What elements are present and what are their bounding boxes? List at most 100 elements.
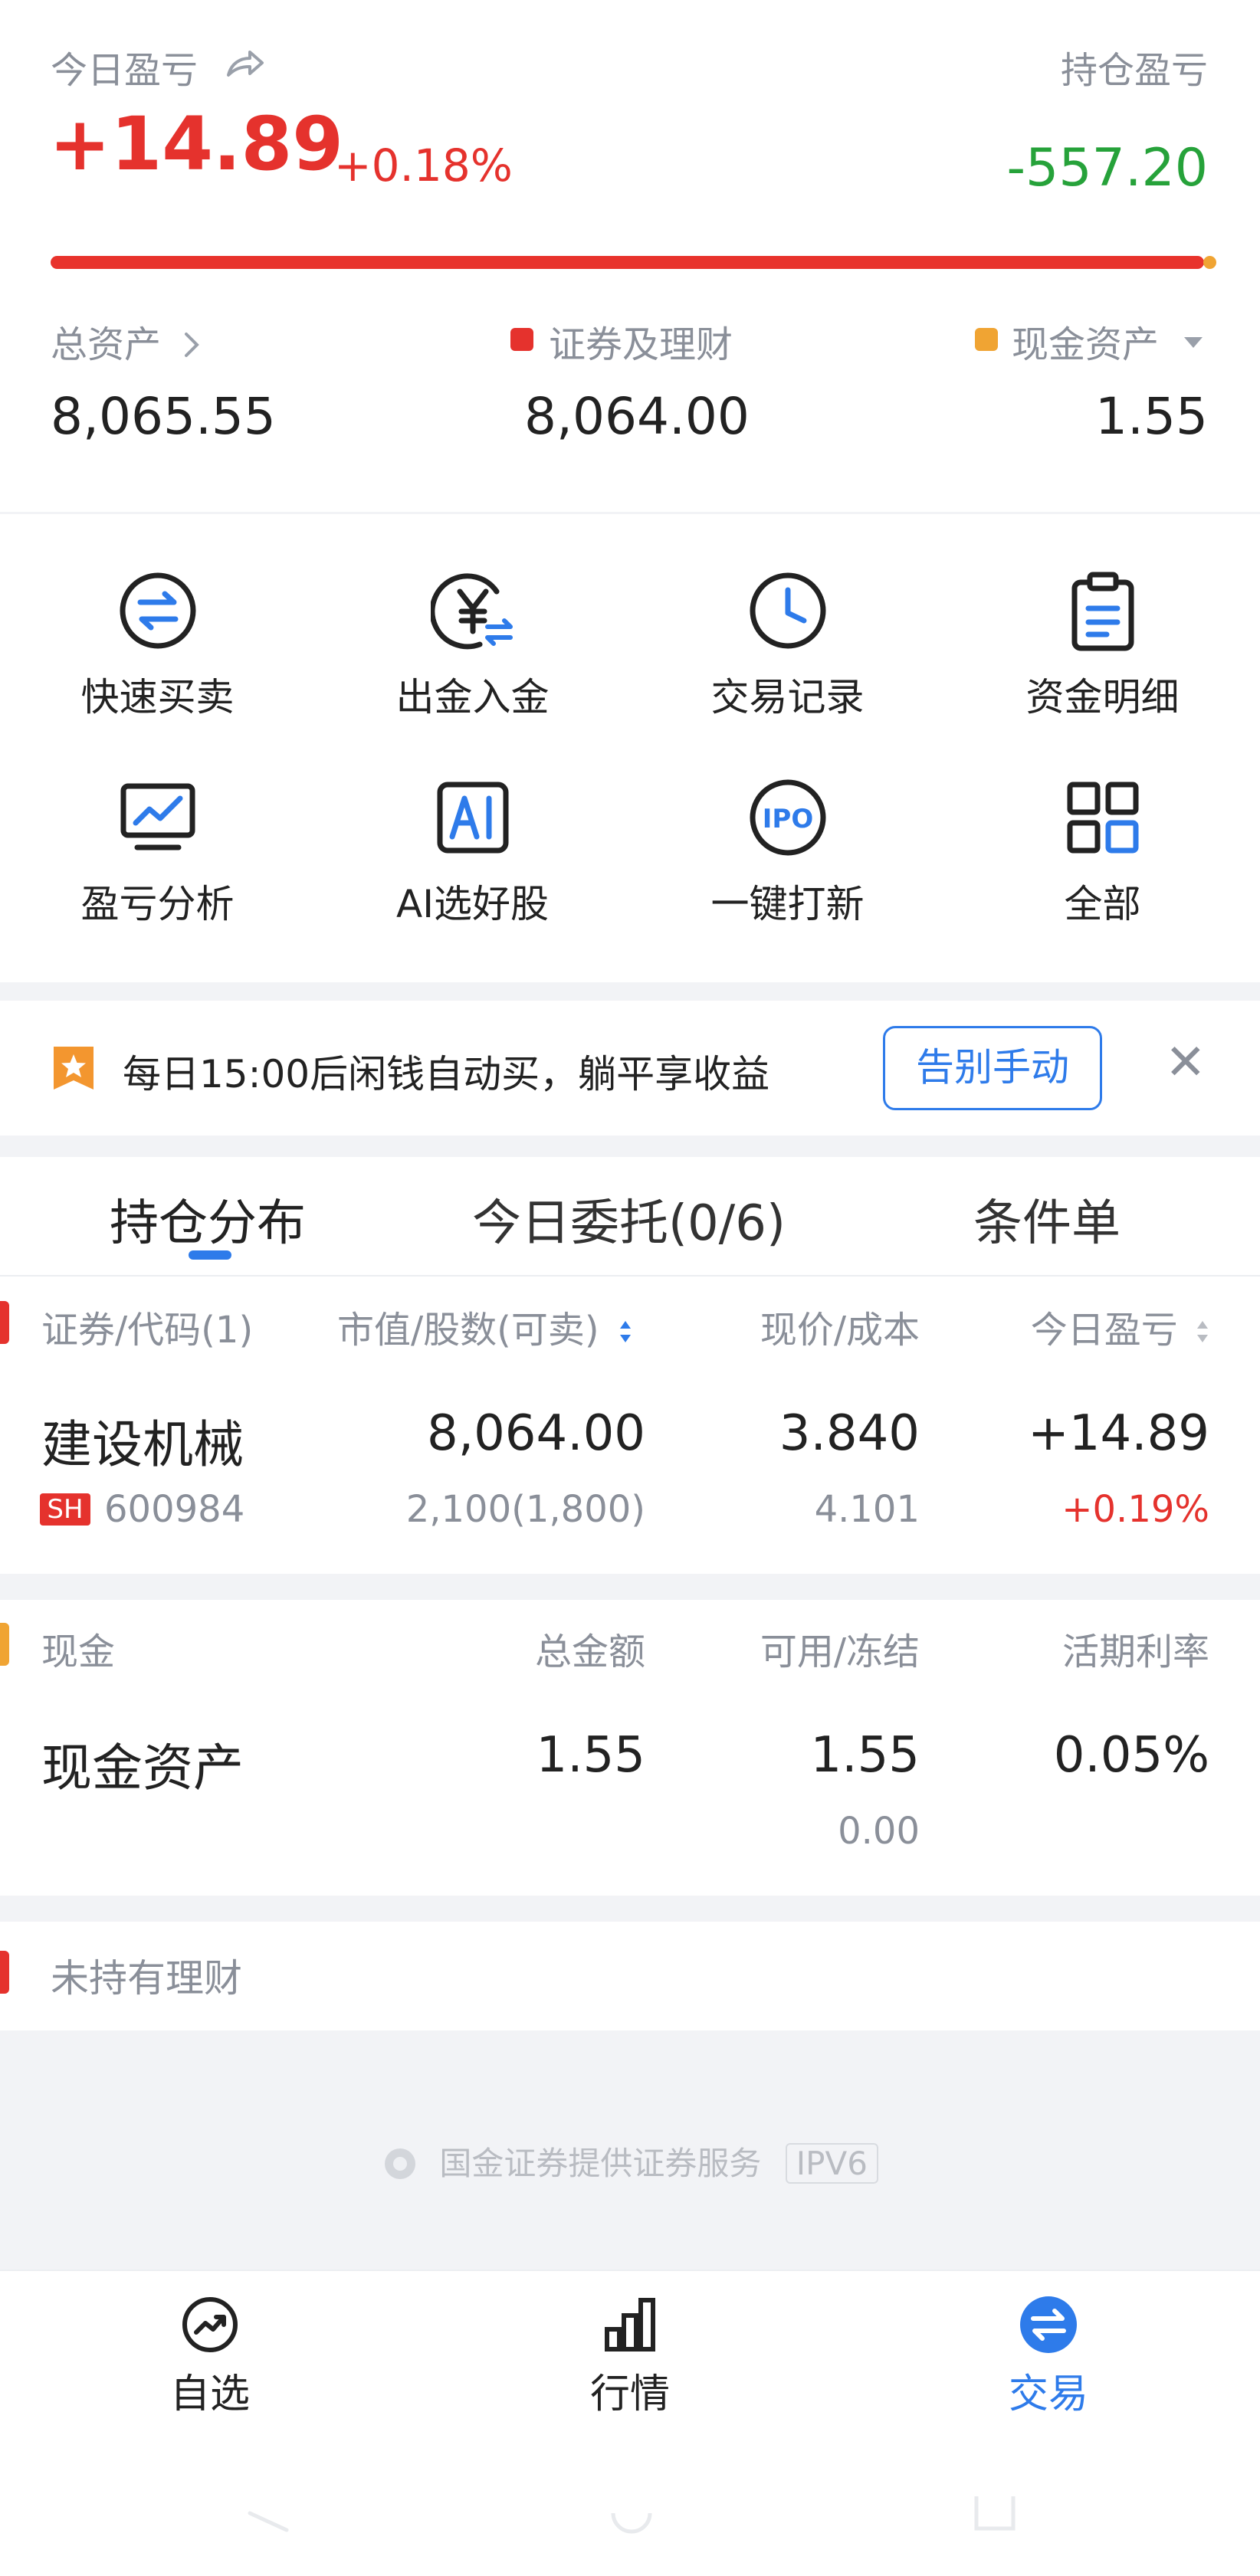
broker-logo-icon [385, 2148, 416, 2179]
ipo-icon: IPO [750, 779, 825, 856]
nav-item-watchlist[interactable]: 自选 [95, 2294, 325, 2419]
no-finance-label: 未持有理财 [51, 1956, 242, 2001]
bar-chart-icon [605, 2298, 655, 2352]
cash-section-title: 现金 [41, 1630, 116, 1673]
today-pl-amount: +14.89 [1028, 1405, 1209, 1462]
security-name: 建设机械 [41, 1415, 244, 1474]
promo-action-button[interactable]: 告别手动 [883, 1026, 1102, 1110]
cash-legend-marker [975, 328, 998, 351]
quick-menu-item-fund-details[interactable]: 资金明细 [945, 569, 1260, 752]
star-badge-icon [54, 1047, 94, 1090]
sort-icon [1197, 1321, 1208, 1342]
nav-item-trade[interactable]: 交易 [934, 2294, 1163, 2419]
current-price: 3.840 [779, 1405, 920, 1462]
column-header-today-pl[interactable]: 今日盈亏 [1031, 1299, 1211, 1353]
nav-label: 交易 [1008, 2371, 1088, 2417]
tab-holdings[interactable]: 持仓分布 [110, 1184, 306, 1254]
quick-menu-item-ai-stock-pick[interactable]: AI选好股 [315, 775, 630, 959]
service-provider-note: 国金证券提供证券服务 IPV6 [0, 2138, 1260, 2184]
quick-menu-item-trade-history[interactable]: 交易记录 [630, 569, 945, 752]
cash-asset-name: 现金资产 [41, 1739, 244, 1798]
quick-menu-label: 全部 [1064, 882, 1141, 926]
today-pl-percent-row: +0.19% [1061, 1488, 1209, 1531]
shares-sellable: 2,100(1,800) [405, 1488, 645, 1531]
sort-icon [619, 1321, 631, 1342]
position-pl-label: 持仓盈亏 [1060, 49, 1208, 92]
position-pl-value: -557.20 [1006, 138, 1208, 198]
close-icon[interactable]: ✕ [1165, 1038, 1206, 1087]
divider [0, 982, 1260, 1001]
quick-menu-item-deposit-withdraw[interactable]: 出金入金 [315, 569, 630, 752]
securities-legend-marker [510, 328, 533, 351]
column-header-total: 总金额 [534, 1630, 645, 1673]
quick-menu-item-fast-trade[interactable]: 快速买卖 [0, 569, 315, 752]
ipv6-badge: IPV6 [785, 2143, 878, 2184]
chevron-right-icon [185, 333, 200, 357]
grid-icon [1067, 782, 1138, 854]
cash-total: 1.55 [536, 1727, 646, 1784]
trend-circle-icon [182, 2297, 238, 2352]
securities-label: 证券及理财 [549, 323, 733, 366]
column-header-security: 证券/代码(1) [41, 1309, 254, 1352]
divider [0, 1896, 1260, 1922]
divider [0, 1136, 1260, 1157]
security-code: 600984 [104, 1488, 245, 1531]
caret-down-icon [1184, 337, 1203, 348]
monitor-chart-icon [120, 783, 195, 850]
quick-menu-label: AI选好股 [396, 882, 549, 926]
cash-interest-rate: 0.05% [1053, 1727, 1209, 1784]
back-icon[interactable] [242, 2490, 291, 2536]
total-assets-link[interactable]: 总资产 [51, 314, 203, 368]
cost-price: 4.101 [814, 1488, 920, 1531]
nav-label: 行情 [589, 2371, 670, 2417]
footer-text: 国金证券提供证券服务 [439, 2145, 762, 2182]
finance-section-marker [0, 1951, 9, 1994]
cash-section-marker [0, 1623, 9, 1666]
cash-frozen: 0.00 [838, 1810, 920, 1853]
exchange-icon [1020, 2296, 1077, 2353]
column-header-market-value[interactable]: 市值/股数(可卖) [337, 1299, 634, 1353]
today-pl-label: 今日盈亏 [51, 49, 199, 92]
divider [0, 1574, 1260, 1600]
tab-conditional-orders[interactable]: 条件单 [973, 1184, 1121, 1254]
total-assets-value: 8,065.55 [51, 387, 276, 446]
column-header-today-pl-label: 今日盈亏 [1030, 1309, 1178, 1352]
quick-menu-label: 出金入金 [395, 675, 550, 719]
yuan-transfer-icon [430, 573, 513, 650]
quick-menu-label: 交易记录 [710, 675, 865, 719]
total-assets-label: 总资产 [51, 323, 162, 366]
securities-section-marker [0, 1301, 9, 1344]
recents-icon[interactable] [972, 2490, 1018, 2536]
quick-menu-item-pl-analysis[interactable]: 盈亏分析 [0, 775, 315, 959]
cash-allocation-dot [1203, 256, 1216, 269]
column-header-available: 可用/冻结 [760, 1630, 920, 1673]
today-pl-percent: +0.18% [334, 139, 513, 192]
cash-assets-dropdown[interactable]: 现金资产 [1012, 314, 1206, 368]
column-header-rate: 活期利率 [1061, 1630, 1209, 1673]
ai-icon [437, 782, 508, 854]
column-header-market-value-label: 市值/股数(可卖) [337, 1309, 599, 1352]
cash-available: 1.55 [810, 1727, 920, 1784]
tab-today-orders[interactable]: 今日委托(0/6) [472, 1184, 786, 1254]
quick-menu-label: 资金明细 [1025, 675, 1180, 719]
nav-label: 自选 [169, 2371, 250, 2417]
svg-text:IPO: IPO [762, 804, 812, 834]
promo-text: 每日15:00后闲钱自动买，躺平享收益 [123, 1052, 770, 1096]
quick-menu-label: 盈亏分析 [80, 882, 235, 926]
today-pl-value: +14.89 [49, 101, 344, 187]
quick-menu-item-all[interactable]: 全部 [945, 775, 1260, 959]
system-nav-bar [0, 2469, 1260, 2576]
divider [0, 512, 1260, 514]
nav-item-market[interactable]: 行情 [515, 2294, 745, 2419]
market-badge: SH [40, 1493, 90, 1526]
quick-menu-label: 一键打新 [710, 882, 865, 926]
market-value: 8,064.00 [427, 1405, 645, 1462]
asset-allocation-bar [51, 256, 1204, 269]
clipboard-icon [1071, 572, 1134, 651]
quick-menu-label: 快速买卖 [80, 675, 235, 719]
column-header-price: 现价/成本 [760, 1309, 920, 1352]
divider [0, 1275, 1260, 1277]
share-icon[interactable] [224, 46, 265, 80]
quick-menu-item-ipo-subscribe[interactable]: IPO 一键打新 [630, 775, 945, 959]
home-icon[interactable] [609, 2490, 655, 2536]
